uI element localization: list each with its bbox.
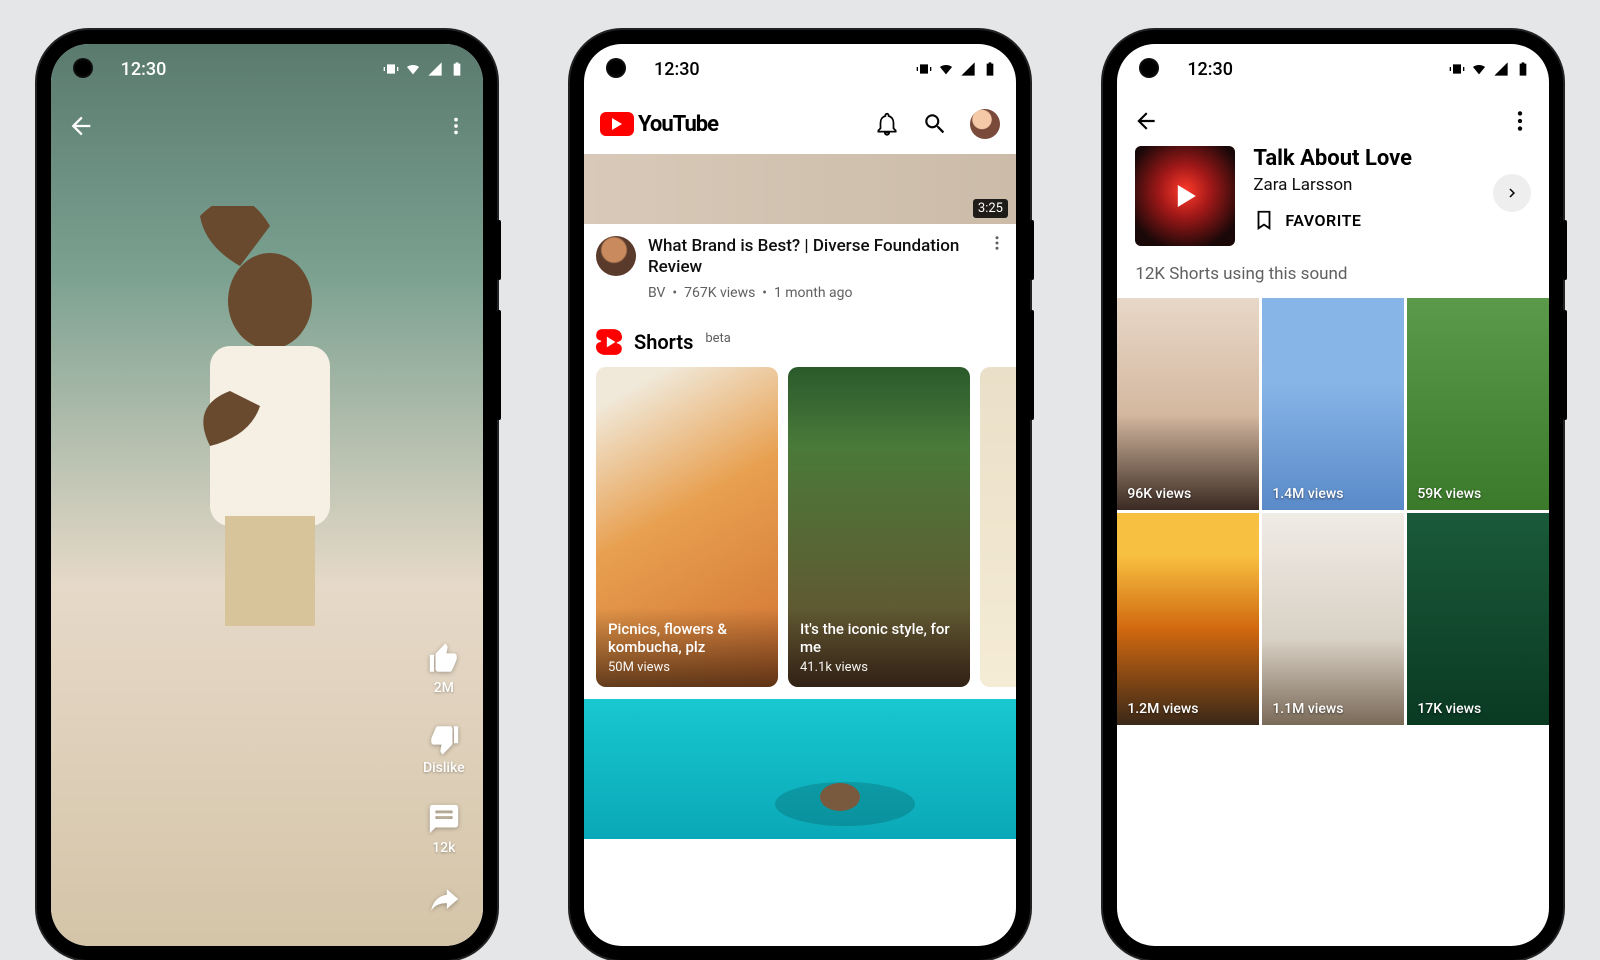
share-icon xyxy=(427,882,461,916)
grid-short[interactable]: 59K views xyxy=(1407,298,1549,510)
shorts-using-sound-count: 12K Shorts using this sound xyxy=(1117,256,1549,298)
grid-views: 59K views xyxy=(1417,486,1481,502)
video-duration: 3:25 xyxy=(973,199,1008,218)
status-icons xyxy=(383,61,465,77)
person-illustration xyxy=(180,206,360,626)
vibrate-icon xyxy=(1449,61,1465,77)
youtube-play-icon xyxy=(600,112,634,136)
status-time: 12:30 xyxy=(121,59,167,80)
youtube-wordmark: YouTube xyxy=(638,112,718,137)
shorts-logo-icon xyxy=(596,327,622,357)
status-icons xyxy=(916,61,998,77)
short-title: Picnics, flowers & kombucha, plz xyxy=(608,620,766,656)
shorts-shelf[interactable]: Picnics, flowers & kombucha, plz 50M vie… xyxy=(584,367,1016,699)
grid-views: 1.4M views xyxy=(1272,486,1343,502)
feed-video-thumbnail[interactable] xyxy=(584,699,1016,839)
shorts-section-header: Shorts beta xyxy=(584,311,1016,367)
shorts-label: Shorts xyxy=(634,330,693,354)
wifi-icon xyxy=(938,61,954,77)
wifi-icon xyxy=(405,61,421,77)
youtube-header: YouTube xyxy=(584,94,1016,154)
more-vert-icon[interactable] xyxy=(445,115,467,137)
short-card[interactable]: Picnics, flowers & kombucha, plz 50M vie… xyxy=(596,367,778,687)
grid-short[interactable]: 17K views xyxy=(1407,513,1549,725)
grid-views: 96K views xyxy=(1127,486,1191,502)
expand-button[interactable] xyxy=(1493,174,1531,212)
status-time: 12:30 xyxy=(1187,59,1233,80)
comments-button[interactable]: 12k xyxy=(427,802,461,856)
front-camera xyxy=(73,58,93,78)
sound-title: Talk About Love xyxy=(1253,146,1475,171)
share-button[interactable] xyxy=(427,882,461,916)
grid-views: 1.1M views xyxy=(1272,701,1343,717)
status-time: 12:30 xyxy=(654,59,700,80)
back-arrow-icon[interactable] xyxy=(1133,108,1159,134)
thumbs-down-icon xyxy=(427,722,461,756)
favorite-label: FAVORITE xyxy=(1285,211,1361,230)
battery-icon xyxy=(1515,61,1531,77)
short-views: 50M views xyxy=(608,660,766,675)
comment-count: 12k xyxy=(432,840,455,856)
bookmark-icon xyxy=(1253,209,1275,231)
grid-views: 1.2M views xyxy=(1127,701,1198,717)
grid-short[interactable]: 1.4M views xyxy=(1262,298,1404,510)
chevron-right-icon xyxy=(1503,184,1521,202)
phone-shorts-player: 12:30 2M Dislike 12k xyxy=(37,30,497,960)
search-icon[interactable] xyxy=(922,111,948,137)
vibrate-icon xyxy=(383,61,399,77)
short-card[interactable]: It's the iconic style, for me 41.1k view… xyxy=(788,367,970,687)
short-views: 41.1k views xyxy=(800,660,958,675)
grid-short[interactable]: 1.1M views xyxy=(1262,513,1404,725)
signal-icon xyxy=(427,61,443,77)
phone-youtube-home: 12:30 YouTube 3:25 W xyxy=(570,30,1030,960)
short-title: It's the iconic style, for me xyxy=(800,620,958,656)
video-title: What Brand is Best? | Diverse Foundation… xyxy=(648,236,1004,279)
grid-short[interactable]: 1.2M views xyxy=(1117,513,1259,725)
short-card[interactable] xyxy=(980,367,1016,687)
phone-sound-page: 12:30 Talk About Love Zara Larsson FAVOR… xyxy=(1103,30,1563,960)
dislike-label: Dislike xyxy=(423,760,465,776)
pool-illustration xyxy=(584,699,1016,839)
grid-short[interactable]: 96K views xyxy=(1117,298,1259,510)
account-avatar[interactable] xyxy=(970,109,1000,139)
front-camera xyxy=(606,58,626,78)
sound-artist[interactable]: Zara Larsson xyxy=(1253,175,1475,195)
like-count: 2M xyxy=(434,680,454,696)
shorts-grid[interactable]: 96K views 1.4M views 59K views 1.2M view… xyxy=(1117,298,1549,725)
wifi-icon xyxy=(1471,61,1487,77)
shorts-video-surface[interactable] xyxy=(51,44,483,946)
sound-artwork[interactable] xyxy=(1135,146,1235,246)
signal-icon xyxy=(960,61,976,77)
more-vert-icon[interactable] xyxy=(1507,108,1533,134)
vibrate-icon xyxy=(916,61,932,77)
youtube-logo[interactable]: YouTube xyxy=(600,112,718,137)
video-stats: BV • 767K views • 1 month ago xyxy=(648,285,1004,301)
dislike-button[interactable]: Dislike xyxy=(423,722,465,776)
channel-avatar[interactable] xyxy=(596,236,636,276)
like-button[interactable]: 2M xyxy=(427,642,461,696)
signal-icon xyxy=(1493,61,1509,77)
video-meta-row[interactable]: What Brand is Best? | Diverse Foundation… xyxy=(584,224,1016,311)
battery-icon xyxy=(982,61,998,77)
status-icons xyxy=(1449,61,1531,77)
grid-views: 17K views xyxy=(1417,701,1481,717)
battery-icon xyxy=(449,61,465,77)
shorts-badge: beta xyxy=(705,331,731,346)
back-arrow-icon[interactable] xyxy=(67,112,95,140)
video-thumbnail[interactable]: 3:25 xyxy=(584,154,1016,224)
more-vert-icon[interactable] xyxy=(988,234,1006,252)
favorite-button[interactable]: FAVORITE xyxy=(1253,209,1475,231)
notifications-icon[interactable] xyxy=(874,111,900,137)
thumbs-up-icon xyxy=(427,642,461,676)
comment-icon xyxy=(427,802,461,836)
